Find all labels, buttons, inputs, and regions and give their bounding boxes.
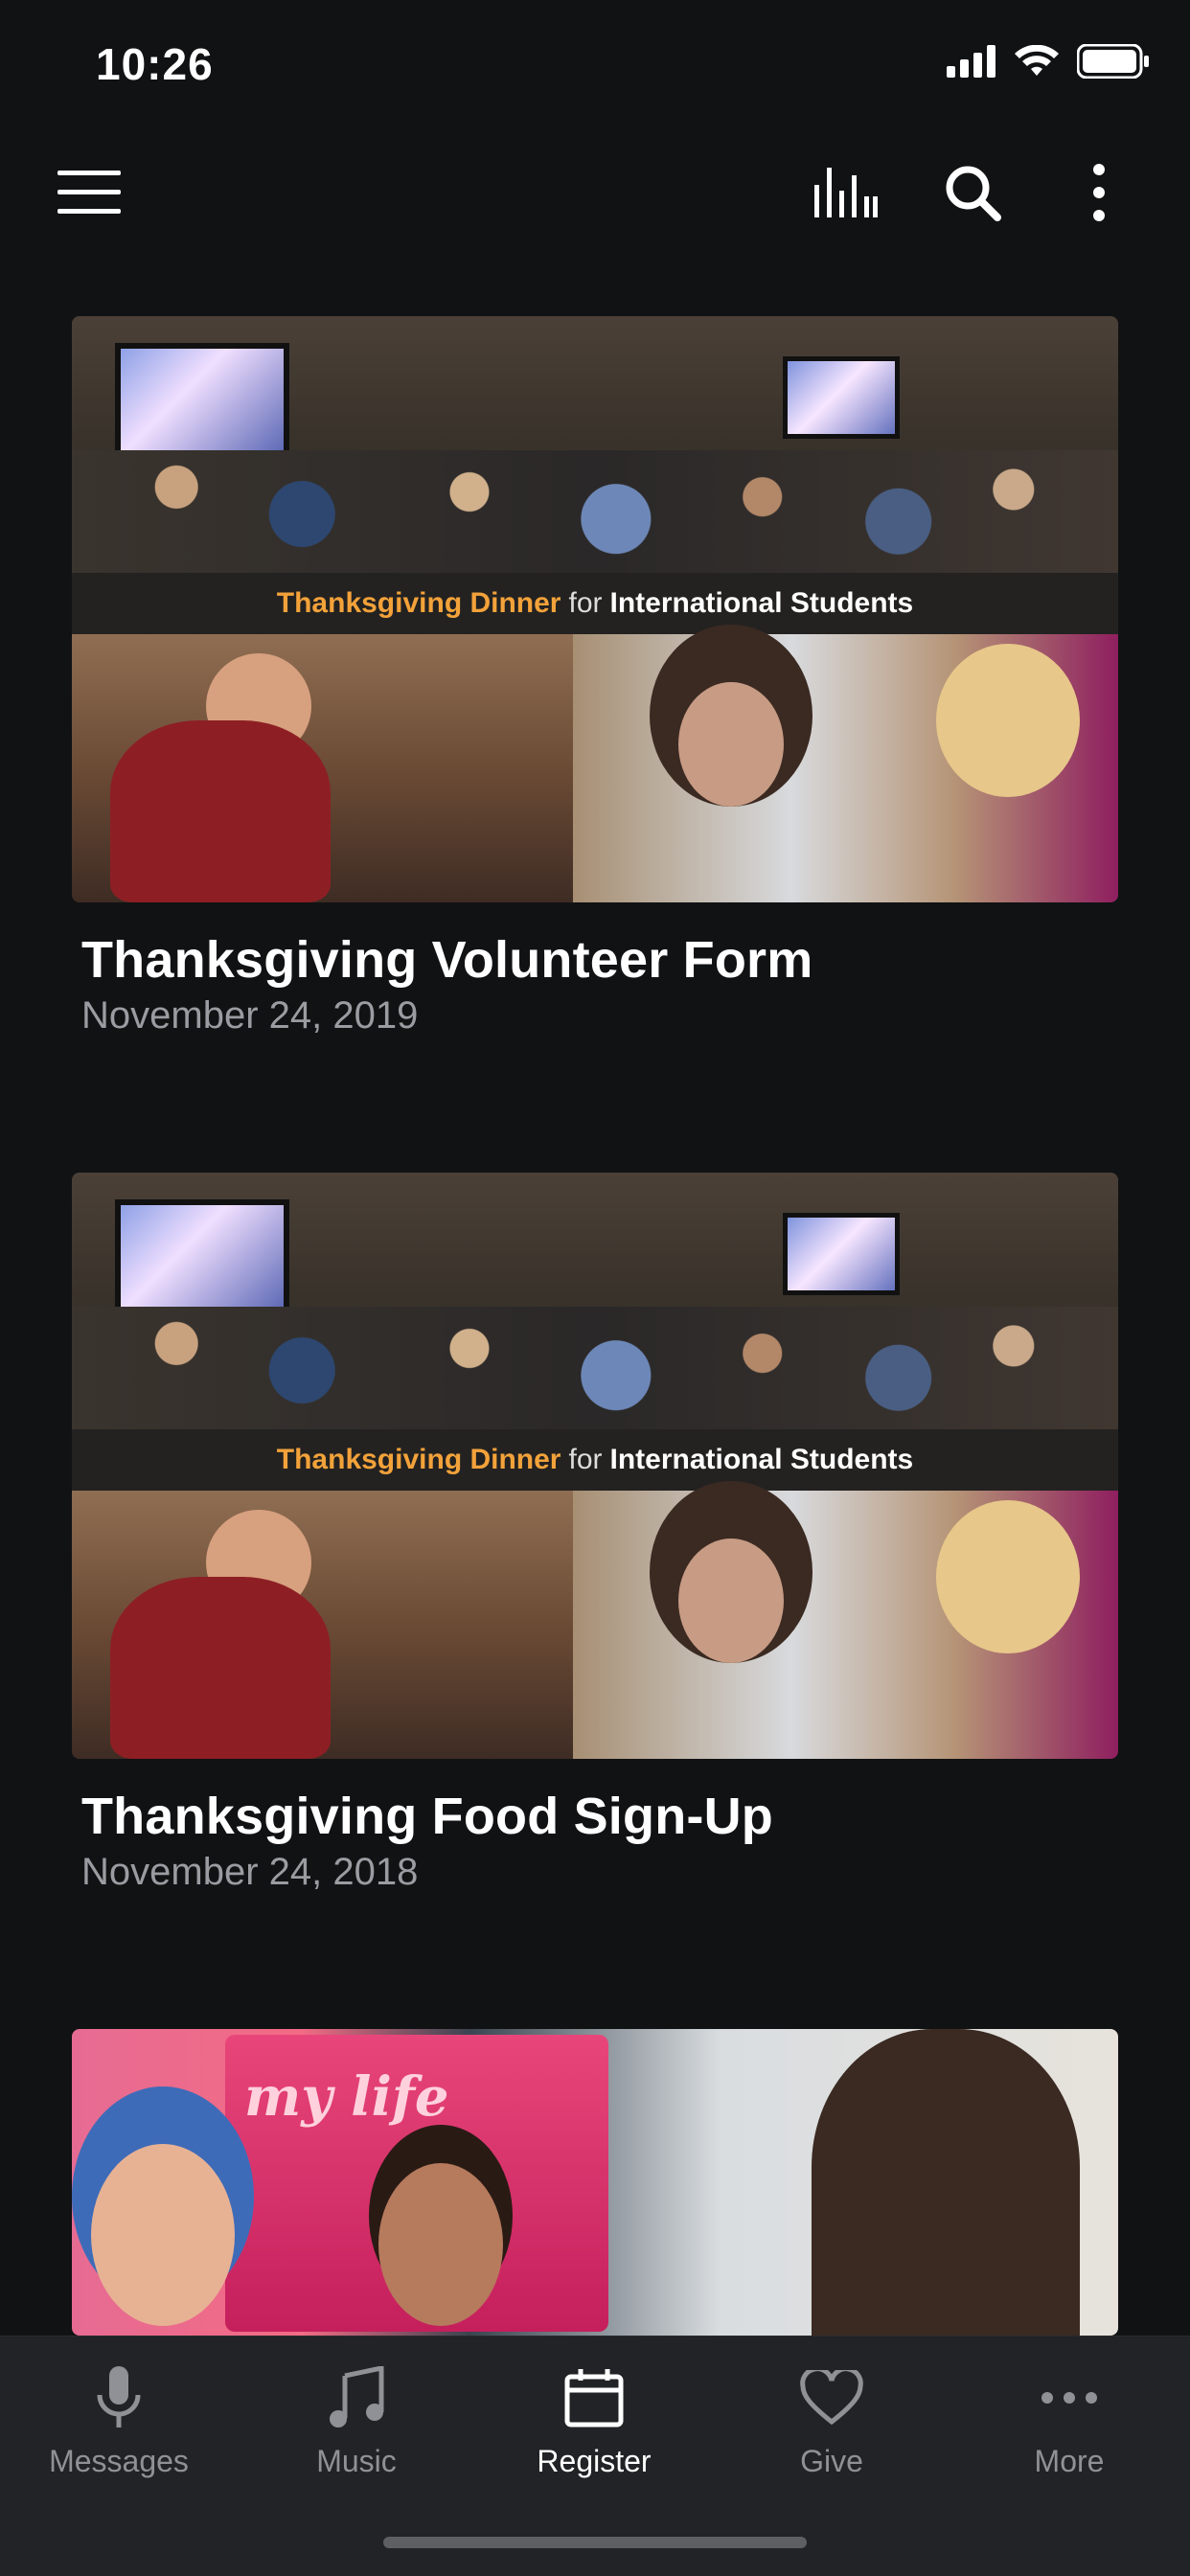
- card-image[interactable]: my life: [72, 2029, 1118, 2336]
- heart-icon: [793, 2359, 870, 2436]
- tab-messages[interactable]: Messages: [0, 2359, 238, 2494]
- more-horizontal-icon: [1031, 2359, 1108, 2436]
- home-indicator[interactable]: [383, 2537, 807, 2548]
- card-date: November 24, 2019: [81, 994, 419, 1037]
- tab-label: Give: [800, 2444, 863, 2478]
- banner-text-3: International Students: [609, 1444, 914, 1475]
- system-indicators: [947, 44, 1150, 79]
- tab-label: More: [1034, 2444, 1105, 2478]
- tab-label: Music: [316, 2444, 397, 2478]
- status-bar: 10:26: [0, 0, 1190, 134]
- tab-more[interactable]: More: [950, 2359, 1188, 2494]
- card-image[interactable]: Thanksgiving Dinner for International St…: [72, 1173, 1118, 1759]
- image-banner: Thanksgiving Dinner for International St…: [72, 573, 1118, 634]
- more-vertical-icon[interactable]: [1065, 159, 1133, 226]
- wifi-icon: [1015, 45, 1059, 76]
- tab-music[interactable]: Music: [238, 2359, 475, 2494]
- search-icon[interactable]: [939, 159, 1006, 226]
- banner-text-3: International Students: [609, 587, 914, 619]
- tab-register[interactable]: Register: [475, 2359, 713, 2494]
- tab-give[interactable]: Give: [713, 2359, 950, 2494]
- menu-icon[interactable]: [56, 159, 123, 226]
- cellular-signal-icon: [947, 45, 995, 78]
- toy-box-logo: my life: [244, 2065, 449, 2129]
- banner-text-1: Thanksgiving Dinner: [276, 587, 561, 619]
- card-image[interactable]: Thanksgiving Dinner for International St…: [72, 316, 1118, 902]
- feed-card[interactable]: Thanksgiving Dinner for International St…: [72, 316, 1118, 1038]
- battery-icon: [1077, 44, 1149, 79]
- image-banner: Thanksgiving Dinner for International St…: [72, 1429, 1118, 1491]
- banner-text-2: for: [568, 587, 603, 619]
- tab-label: Register: [537, 2444, 652, 2478]
- banner-text-1: Thanksgiving Dinner: [276, 1444, 561, 1475]
- music-note-icon: [318, 2359, 395, 2436]
- audio-bars-icon[interactable]: [812, 159, 880, 226]
- card-title[interactable]: Thanksgiving Volunteer Form: [81, 929, 1118, 991]
- tab-label: Messages: [49, 2444, 189, 2478]
- card-date: November 24, 2018: [81, 1851, 419, 1893]
- feed-card[interactable]: my life: [72, 2029, 1118, 2336]
- calendar-icon: [556, 2359, 632, 2436]
- banner-text-2: for: [568, 1444, 603, 1475]
- app-bar: [0, 134, 1190, 249]
- feed-card[interactable]: Thanksgiving Dinner for International St…: [72, 1173, 1118, 1895]
- status-time: 10:26: [96, 39, 214, 89]
- card-title[interactable]: Thanksgiving Food Sign-Up: [81, 1786, 1118, 1847]
- microphone-icon: [80, 2359, 157, 2436]
